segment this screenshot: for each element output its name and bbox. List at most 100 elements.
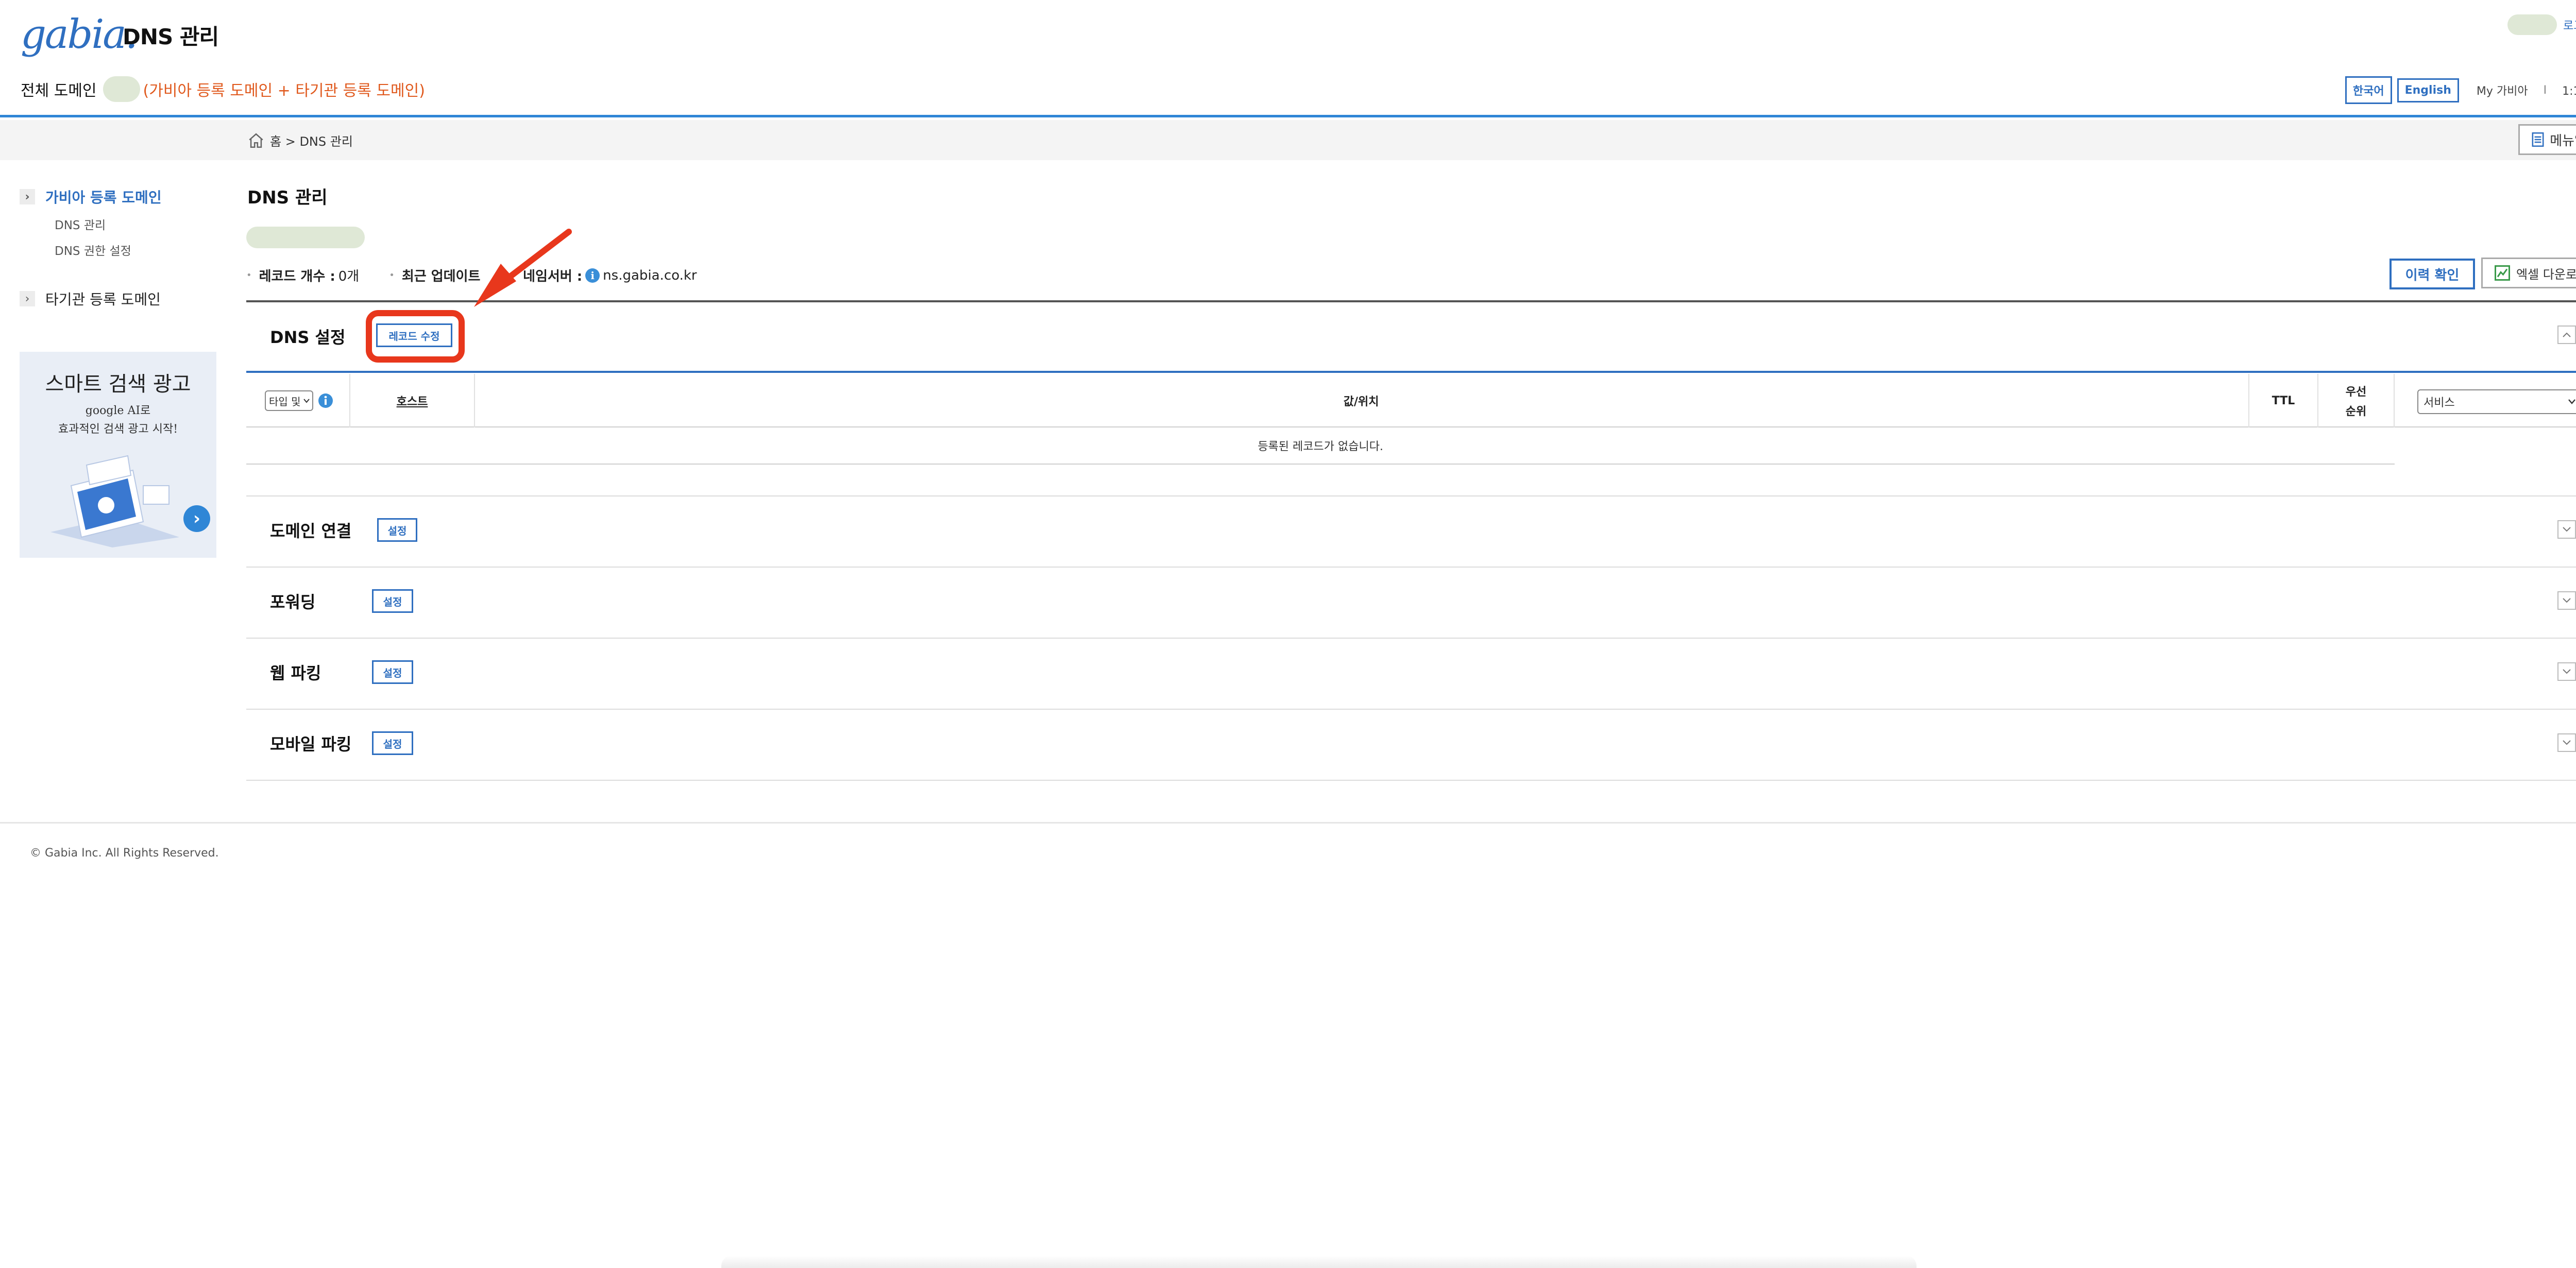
chevron-down-icon (2563, 527, 2571, 532)
breadcrumb: 홈 > DNS 관리 (247, 131, 353, 149)
chevron-down-icon (303, 399, 310, 403)
inquiry-link[interactable]: 1:1 문의 (2562, 82, 2576, 98)
section-divider (246, 709, 2576, 710)
excel-download-button[interactable]: 엑셀 다운로드 (2481, 258, 2576, 288)
column-value: 값/위치 (1343, 396, 1379, 408)
sidebar-group-label: 가비아 등록 도메인 (45, 189, 162, 206)
column-divider (2394, 374, 2395, 427)
section-top-rule (246, 300, 2576, 302)
document-icon (2532, 132, 2544, 147)
breadcrumb-bar: 홈 > DNS 관리 메뉴얼 (0, 120, 2576, 160)
nameserver: • 네임서버 : i ns.gabia.co.kr (510, 266, 697, 285)
manual-label: 메뉴얼 (2550, 133, 2576, 149)
chevron-down-icon (2563, 598, 2571, 603)
info-icon[interactable] (317, 392, 334, 409)
bullet-icon: • (510, 270, 516, 281)
annotation-arrow-icon (474, 229, 572, 307)
lang-english-button[interactable]: English (2397, 78, 2459, 102)
sidebar-group-label: 타기관 등록 도메인 (45, 291, 161, 308)
collapse-toggle[interactable] (2557, 325, 2576, 344)
ad-next-icon[interactable]: › (183, 505, 210, 532)
domain-connect-settings-button[interactable]: 설정 (377, 518, 417, 542)
chevron-down-icon (2563, 740, 2571, 745)
service-select-label: 서비스 (2424, 397, 2455, 409)
app-title: DNS 관리 (123, 24, 219, 49)
logout-link[interactable]: 로그아웃 (2563, 16, 2576, 33)
user-area: 로그아웃 (2507, 14, 2576, 35)
mobile-parking-title: 모바일 파킹 (270, 734, 352, 754)
chevron-up-icon (2563, 332, 2571, 337)
section-divider (246, 780, 2576, 781)
domain-connect-title: 도메인 연결 (270, 521, 352, 541)
expand-toggle[interactable] (2557, 520, 2576, 539)
lang-korean-button[interactable]: 한국어 (2345, 76, 2392, 104)
smart-search-ad-banner[interactable]: 스마트 검색 광고 google AI로 효과적인 검색 광고 시작! › (20, 352, 216, 558)
expand-toggle[interactable] (2557, 591, 2576, 610)
nameserver-label: 네임서버 : (523, 269, 583, 284)
column-host-label: 호스트 (396, 396, 428, 408)
page-title: DNS 관리 (247, 187, 328, 208)
record-count-value: 0개 (338, 269, 360, 284)
nameserver-value: ns.gabia.co.kr (603, 267, 697, 283)
user-name-blur (2507, 14, 2557, 35)
dns-table-header: 타입 및 호스트 값/위치 TTL 우선 순위 서비스 (246, 374, 2576, 427)
section-divider (246, 567, 2576, 568)
web-parking-title: 웹 파킹 (270, 663, 321, 683)
excel-download-label: 엑셀 다운로드 (2516, 267, 2576, 282)
my-gabia-link[interactable]: My 가비아 (2477, 82, 2528, 98)
column-priority-line1: 우선 (2345, 386, 2367, 399)
ad-line-2: 효과적인 검색 광고 시작! (58, 423, 178, 436)
record-count-label: 레코드 개수 : (259, 269, 335, 284)
record-count: • 레코드 개수 : 0개 (246, 266, 359, 285)
manual-button[interactable]: 메뉴얼 (2518, 124, 2576, 155)
footer-divider (0, 822, 2576, 824)
ad-line-1: google AI로 (85, 404, 151, 417)
service-select[interactable]: 서비스 (2417, 389, 2576, 414)
footer-copyright: © Gabia Inc. All Rights Reserved. (30, 847, 219, 860)
highlight-ring (366, 310, 465, 363)
bullet-icon: • (246, 270, 252, 281)
mobile-parking-settings-button[interactable]: 설정 (372, 731, 413, 755)
link-separator: I (2543, 83, 2547, 97)
column-priority-line2: 순위 (2345, 405, 2367, 418)
sidebar: › 가비아 등록 도메인 DNS 관리 DNS 권한 설정 › 타기관 등록 도… (20, 186, 221, 309)
last-update: • 최근 업데이트 (389, 266, 480, 285)
sidebar-item-dns-permission[interactable]: DNS 권한 설정 (55, 241, 221, 259)
history-button[interactable]: 이력 확인 (2389, 259, 2475, 289)
top-header: gabia. DNS 관리 전체 도메인 (가비아 등록 도메인 + 타기관 등… (0, 0, 2576, 117)
expand-toggle[interactable] (2557, 733, 2576, 752)
laptop-illustration-icon (50, 455, 179, 547)
forwarding-title: 포워딩 (270, 592, 316, 612)
expand-toggle[interactable] (2557, 662, 2576, 681)
type-filter-select[interactable]: 타입 및 (265, 390, 313, 411)
column-priority: 우선 순위 (2318, 374, 2394, 427)
chevron-down-icon (2568, 399, 2575, 404)
spreadsheet-icon (2494, 265, 2510, 281)
gabia-logo[interactable]: gabia. (21, 11, 138, 58)
chevron-right-icon: › (20, 189, 35, 204)
all-domain-sub: (가비아 등록 도메인 + 타기관 등록 도메인) (143, 82, 425, 100)
sidebar-group-gabia-domains[interactable]: › 가비아 등록 도메인 (20, 186, 221, 207)
breadcrumb-text: 홈 > DNS 관리 (270, 134, 353, 149)
section-divider (246, 638, 2576, 639)
type-filter-label: 타입 및 (269, 395, 301, 408)
ad-title: 스마트 검색 광고 (45, 372, 191, 396)
column-host: 호스트 (350, 374, 474, 427)
bottom-shade (721, 1256, 1917, 1268)
record-info-row: • 레코드 개수 : 0개 • 최근 업데이트 • 네임서버 : i ns.ga… (246, 266, 727, 285)
sidebar-item-dns-management[interactable]: DNS 관리 (55, 215, 221, 233)
chevron-right-icon: › (20, 291, 35, 306)
chevron-down-icon (2563, 669, 2571, 674)
sidebar-group-other-domains[interactable]: › 타기관 등록 도메인 (20, 288, 221, 309)
forwarding-settings-button[interactable]: 설정 (372, 589, 413, 613)
column-ttl: TTL (2272, 394, 2295, 407)
home-icon[interactable] (247, 132, 265, 149)
dns-settings-title: DNS 설정 (270, 328, 346, 347)
bullet-icon: • (389, 270, 395, 281)
last-update-label: 최근 업데이트 (401, 269, 481, 284)
web-parking-settings-button[interactable]: 설정 (372, 660, 413, 684)
all-domain-label: 전체 도메인 (21, 82, 97, 100)
all-domain-selector[interactable]: 전체 도메인 (가비아 등록 도메인 + 타기관 등록 도메인) (21, 76, 425, 102)
info-icon[interactable]: i (585, 268, 600, 283)
empty-records-message: 등록된 레코드가 없습니다. (246, 427, 2395, 465)
